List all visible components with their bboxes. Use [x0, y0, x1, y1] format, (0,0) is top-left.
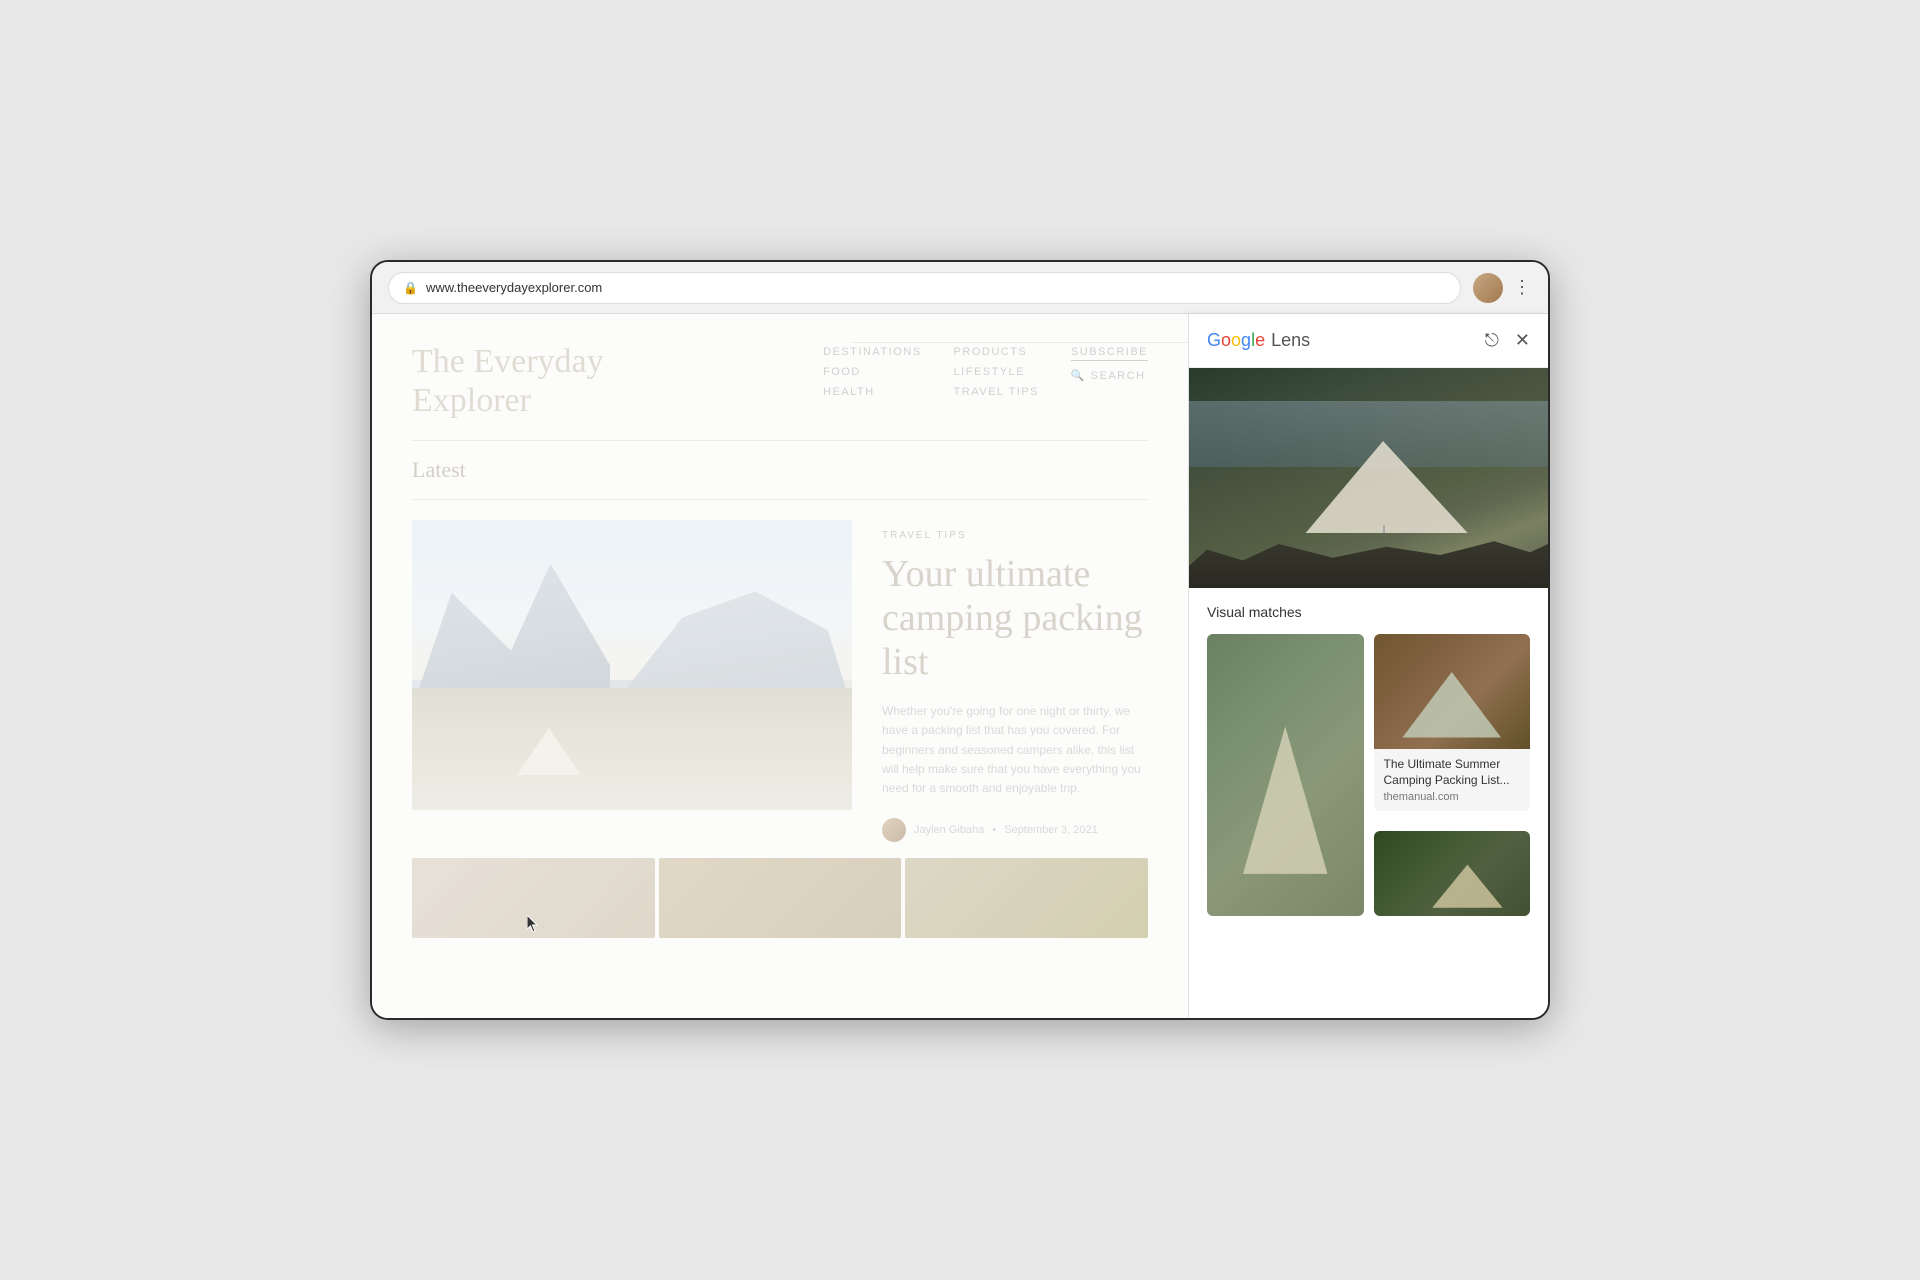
- visual-matches-title: Visual matches: [1207, 604, 1530, 620]
- google-lens-logo: Google Lens: [1207, 330, 1310, 351]
- latest-label: Latest: [412, 457, 1148, 483]
- lens-preview-background: [1189, 368, 1548, 588]
- browser-window: 🔒 www.theeverydayexplorer.com ⋮ The Ever…: [370, 260, 1550, 1020]
- lens-header-icons: ⎋ ✕: [1485, 330, 1530, 351]
- nav-lifestyle[interactable]: LIFESTYLE: [954, 366, 1039, 378]
- lens-tent-body: [1297, 433, 1477, 533]
- share-icon[interactable]: ⎋: [1485, 330, 1499, 351]
- ground-layer: [412, 688, 852, 810]
- google-lens-panel: Google Lens ⎋ ✕: [1188, 314, 1548, 1018]
- latest-section: Latest: [372, 441, 1188, 842]
- browser-actions: ⋮: [1473, 273, 1532, 303]
- nav-col-3: SUBSCRIBE 🔍 SEARCH: [1071, 346, 1148, 420]
- site-nav: The Everyday Explorer DESTINATIONS FOOD …: [372, 314, 1188, 420]
- lens-tent: [1297, 433, 1477, 533]
- latest-separator: [412, 499, 1148, 500]
- browser-content: The Everyday Explorer DESTINATIONS FOOD …: [372, 314, 1548, 1018]
- article-content: TRAVEL TIPS Your ultimate camping packin…: [882, 520, 1148, 842]
- lens-tent-pole: [1383, 525, 1385, 533]
- match-card-1[interactable]: Big Agnes Fly Creek UL2 review – Hike Or…: [1207, 634, 1364, 916]
- article-date: September 3, 2021: [1004, 824, 1098, 836]
- article-image: [412, 520, 852, 810]
- nav-food[interactable]: FOOD: [823, 366, 921, 378]
- match-title-2: The Ultimate Summer Camping Packing List…: [1384, 757, 1521, 788]
- thumb-1[interactable]: [412, 858, 655, 938]
- site-title: The Everyday Explorer: [412, 342, 604, 420]
- lock-icon: 🔒: [403, 281, 418, 295]
- match-col-right: The Ultimate Summer Camping Packing List…: [1374, 634, 1531, 916]
- featured-article: TRAVEL TIPS Your ultimate camping packin…: [412, 520, 1148, 842]
- article-title[interactable]: Your ultimate camping packing list: [882, 553, 1148, 684]
- match-image-2: [1374, 634, 1531, 749]
- tent-shape: [509, 725, 589, 775]
- nav-destinations[interactable]: DESTINATIONS: [823, 346, 921, 358]
- lens-label: Lens: [1271, 330, 1310, 351]
- nav-col-2: PRODUCTS LIFESTYLE TRAVEL TIPS: [954, 346, 1039, 420]
- thumb-2[interactable]: [659, 858, 902, 938]
- nav-products[interactable]: PRODUCTS: [954, 346, 1039, 358]
- browser-chrome: 🔒 www.theeverydayexplorer.com ⋮: [372, 262, 1548, 314]
- match-info-2: The Ultimate Summer Camping Packing List…: [1374, 749, 1531, 811]
- nav-travel-tips[interactable]: TRAVEL TIPS: [954, 386, 1039, 398]
- visual-matches-section: Visual matches Big Agnes Fly Creek UL2 r…: [1189, 588, 1548, 1018]
- lens-header: Google Lens ⎋ ✕: [1189, 314, 1548, 368]
- nav-subscribe[interactable]: SUBSCRIBE: [1071, 346, 1148, 361]
- website-content: The Everyday Explorer DESTINATIONS FOOD …: [372, 314, 1188, 1018]
- article-description: Whether you're going for one night or th…: [882, 702, 1148, 798]
- nav-columns: DESTINATIONS FOOD HEALTH PRODUCTS LIFEST…: [823, 342, 1148, 420]
- tent-body: [509, 725, 589, 775]
- matches-grid: Big Agnes Fly Creek UL2 review – Hike Or…: [1207, 634, 1530, 916]
- rocks-foreground: [1189, 533, 1548, 588]
- thumbnail-row: [372, 858, 1188, 938]
- author-avatar: [882, 818, 906, 842]
- thumb-3[interactable]: [905, 858, 1148, 938]
- lens-image-preview: [1189, 368, 1548, 588]
- match-image-1: [1207, 634, 1364, 916]
- google-text: Google: [1207, 330, 1265, 351]
- author-name: Jaylen Gibaha: [914, 824, 984, 836]
- article-author: Jaylen Gibaha • September 3, 2021: [882, 818, 1148, 842]
- match-image-3[interactable]: [1374, 831, 1531, 916]
- address-bar[interactable]: 🔒 www.theeverydayexplorer.com: [388, 272, 1461, 304]
- close-icon[interactable]: ✕: [1515, 330, 1530, 351]
- match-source-2: themanual.com: [1384, 791, 1521, 803]
- nav-health[interactable]: HEALTH: [823, 386, 921, 398]
- user-avatar[interactable]: [1473, 273, 1503, 303]
- nav-col-1: DESTINATIONS FOOD HEALTH: [823, 346, 921, 420]
- menu-dots[interactable]: ⋮: [1513, 277, 1532, 298]
- author-separator: •: [992, 824, 996, 836]
- url-text: www.theeverydayexplorer.com: [426, 280, 602, 295]
- match-card-2[interactable]: The Ultimate Summer Camping Packing List…: [1374, 634, 1531, 811]
- article-category: TRAVEL TIPS: [882, 530, 1148, 541]
- mountain-scene: [412, 520, 852, 810]
- nav-search[interactable]: 🔍 SEARCH: [1071, 369, 1148, 382]
